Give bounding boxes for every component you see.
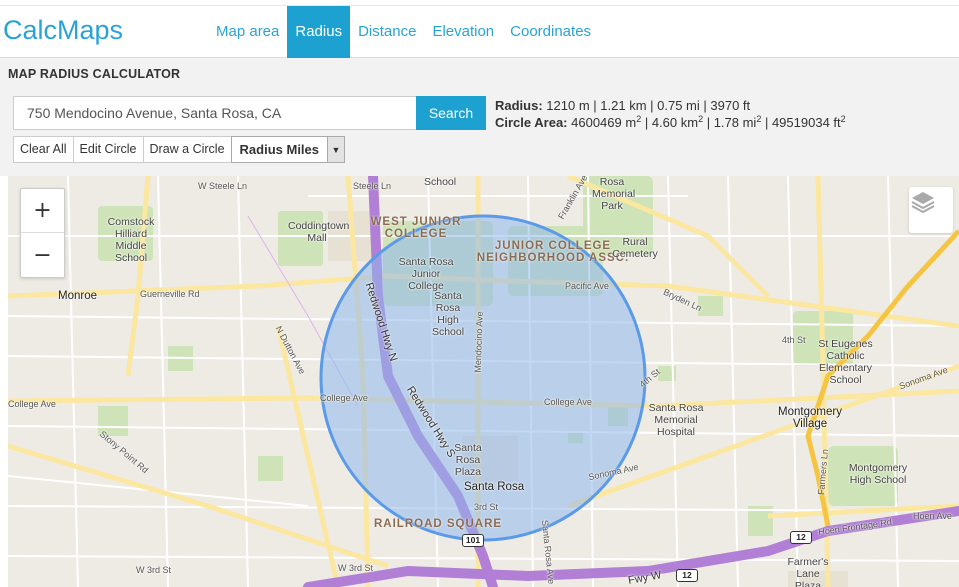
map-label-district: RAILROAD SQUARE (374, 518, 503, 530)
map-label-city: Santa Rosa (464, 481, 525, 493)
map-label-street: 4th St (782, 335, 806, 345)
nav-elevation[interactable]: Elevation (424, 6, 502, 58)
map-label-place: Montgomery High School (848, 462, 908, 486)
layers-icon (911, 192, 935, 214)
area-m2: 4600469 m (571, 115, 637, 130)
draw-circle-button[interactable]: Draw a Circle (142, 136, 232, 163)
area-label: Circle Area: (495, 115, 568, 130)
brand-logo[interactable]: CalcMaps (3, 15, 123, 46)
area-line: Circle Area: 4600469 m2 | 4.60 km2 | 1.7… (495, 114, 846, 131)
page-title: MAP RADIUS CALCULATOR (8, 67, 181, 81)
radius-m: 1210 m (546, 98, 590, 113)
area-mi2: 1.78 mi (713, 115, 757, 130)
address-search-input[interactable] (13, 96, 417, 130)
map-label-place: Farmer's Lane Plaza (787, 556, 829, 587)
map-label-street: W Steele Ln (198, 181, 248, 191)
highway-shield: 12 (676, 569, 698, 582)
layers-button[interactable] (909, 187, 953, 233)
map-label-street: College Ave (544, 397, 592, 407)
area-km2: 4.60 km (651, 115, 699, 130)
map-label-street: 3rd St (474, 502, 499, 512)
radius-unit-value: Radius Miles (239, 142, 319, 157)
radius-label: Radius: (495, 98, 543, 113)
map-label-street: Hoen Ave (913, 511, 952, 521)
search-button[interactable]: Search (416, 96, 486, 130)
radius-ft: 3970 ft (710, 98, 751, 113)
nav-coordinates[interactable]: Coordinates (502, 6, 599, 58)
map-label-street: Steele Ln (353, 181, 392, 191)
map-label-street: Guerneville Rd (140, 289, 200, 299)
control-panel: MAP RADIUS CALCULATOR Search Radius: 121… (0, 58, 959, 176)
chevron-down-icon: ▼ (327, 137, 344, 162)
measurements-info: Radius: 1210 m | 1.21 km | 0.75 mi | 397… (495, 97, 846, 131)
radius-line: Radius: 1210 m | 1.21 km | 0.75 mi | 397… (495, 98, 751, 113)
highway-shield: 12 (790, 531, 812, 544)
radius-unit-select[interactable]: Radius Miles ▼ (230, 136, 345, 163)
map-label-place: Rosa Memorial Park (592, 176, 636, 212)
site-header: CalcMaps Map area Radius Distance Elevat… (0, 6, 959, 58)
nav-distance[interactable]: Distance (350, 6, 424, 58)
map-label-place: Comstock Hilliard Middle School (107, 216, 155, 264)
tool-buttons: Clear All Edit Circle Draw a Circle Radi… (13, 136, 345, 163)
map-label-street: Mendocino Ave (472, 311, 485, 373)
map-label-place: Rural Cemetery (612, 236, 658, 260)
map-label-city: Monroe (58, 290, 97, 302)
zoom-out-button[interactable]: − (21, 233, 64, 277)
zoom-in-button[interactable]: + (21, 189, 64, 233)
area-ft2: 49519034 ft (771, 115, 841, 130)
map-label-place: Santa Rosa Junior College (398, 256, 454, 292)
nav-radius[interactable]: Radius (287, 6, 351, 58)
clear-all-button[interactable]: Clear All (13, 136, 74, 163)
main-nav: Map area Radius Distance Elevation Coord… (208, 6, 599, 58)
map-label-place: Santa Rosa Memorial Hospital (648, 402, 704, 438)
map-label-place: St Eugenes Catholic Elementary School (818, 338, 873, 386)
map-label-street: College Ave (8, 399, 56, 409)
map-label-street: W 3rd St (338, 563, 374, 573)
radius-mi: 0.75 mi (657, 98, 700, 113)
map-label-place: Coddingtown Mall (288, 220, 350, 244)
map-label-place: Santa Rosa High School (431, 290, 465, 338)
map-label-city: Montgomery Village (778, 406, 842, 430)
zoom-control: + − (20, 188, 65, 278)
nav-map-area[interactable]: Map area (208, 6, 287, 58)
radius-km: 1.21 km (600, 98, 647, 113)
map-view[interactable]: W Steele Ln Steele Ln School Franklin Av… (8, 176, 959, 587)
highway-shield: 101 (462, 534, 484, 547)
map-label-street: W 3rd St (136, 565, 172, 575)
edit-circle-button[interactable]: Edit Circle (72, 136, 144, 163)
map-label-street: College Ave (320, 393, 368, 403)
map-label-street: Pacific Ave (565, 281, 609, 291)
map-label-district: WEST JUNIOR COLLEGE (370, 216, 462, 240)
map-label-place: School (424, 176, 457, 188)
map-label-place: Santa Rosa Plaza (454, 442, 482, 478)
